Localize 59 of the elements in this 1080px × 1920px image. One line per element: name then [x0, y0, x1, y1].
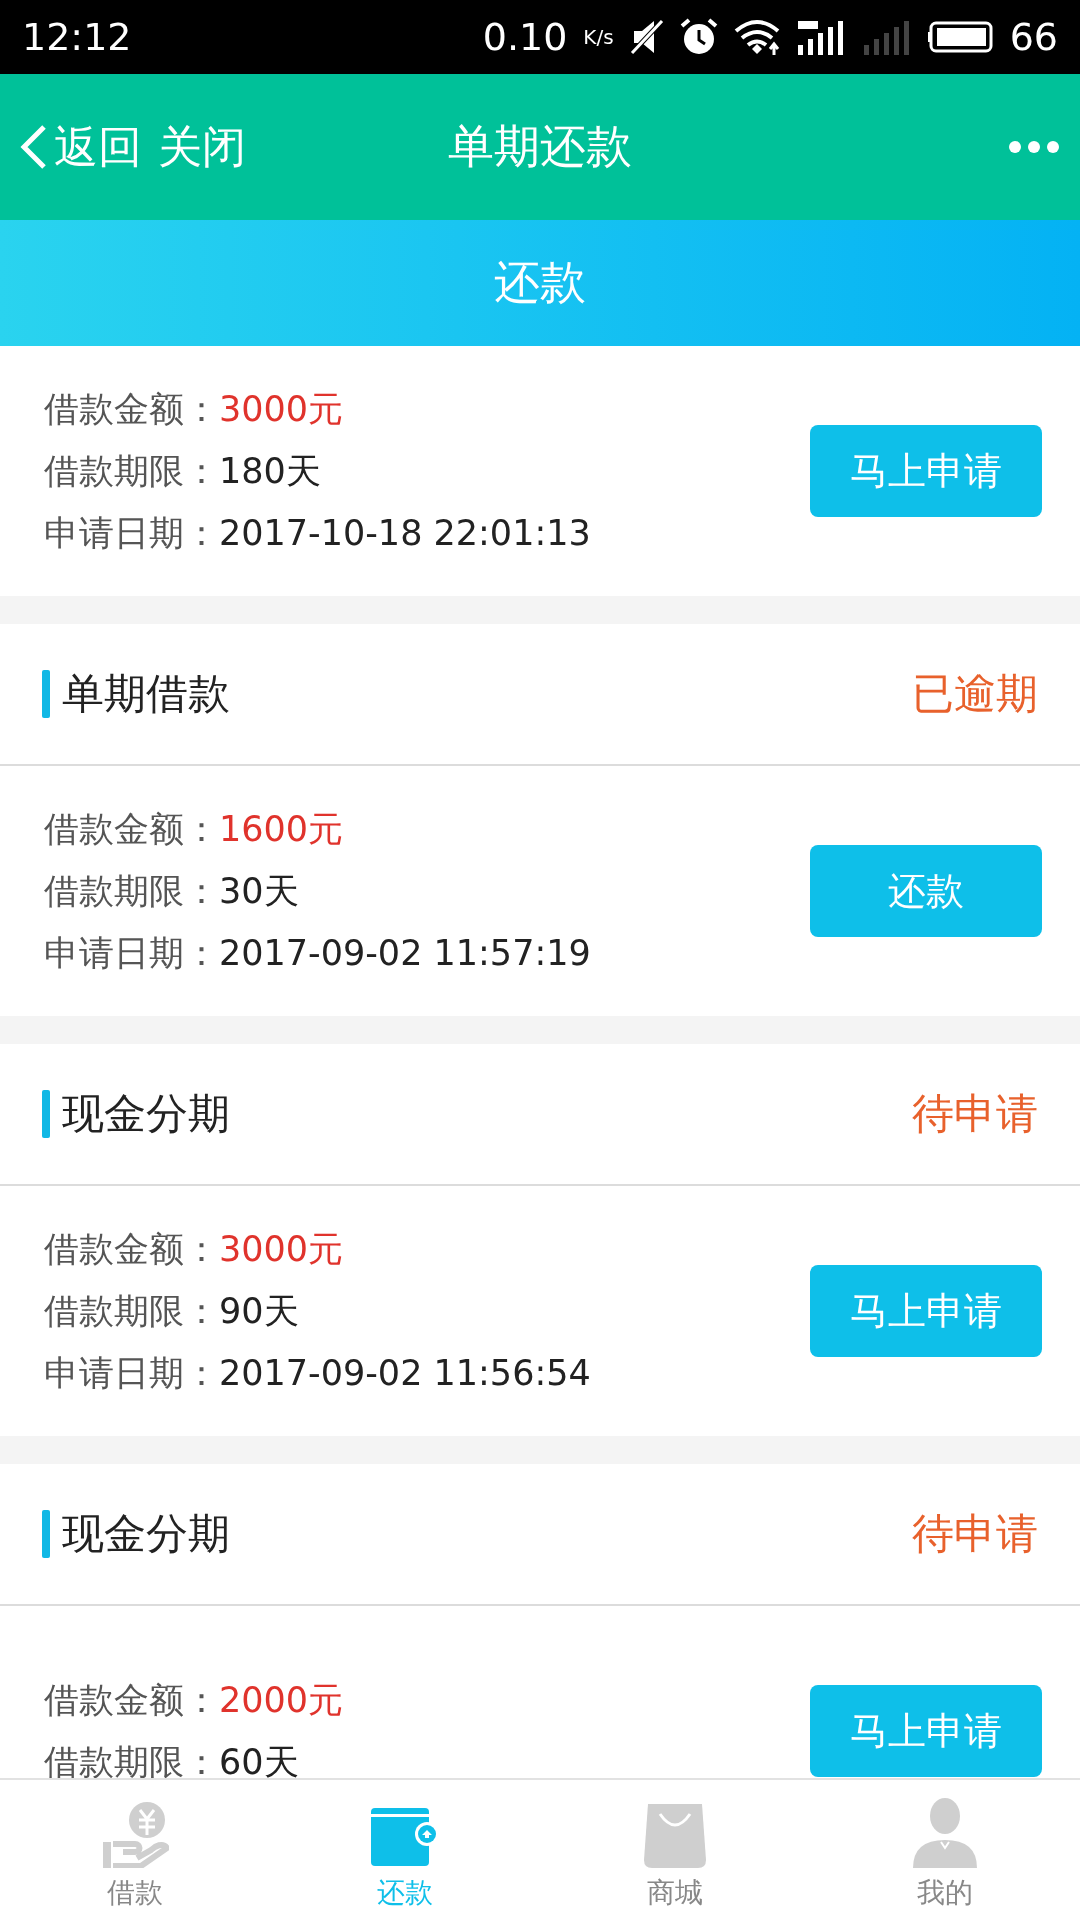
close-link[interactable]: 关闭: [158, 117, 246, 177]
accent-bar: [42, 1510, 50, 1558]
field-label: 借款金额：: [44, 387, 219, 431]
field-label: 申请日期：: [44, 511, 219, 555]
field-label: 借款金额：: [44, 1678, 219, 1722]
network-speed: 0.10: [482, 15, 568, 59]
speed-unit: K/s: [583, 25, 614, 49]
back-link[interactable]: 返回: [20, 117, 142, 177]
battery-level: 66: [1009, 15, 1058, 59]
loan-type: 单期借款: [62, 668, 231, 720]
field-value: 3000元: [219, 1227, 344, 1271]
field-label: 借款期限：: [44, 869, 219, 913]
field-label: 申请日期：: [44, 931, 219, 975]
mute-icon: [629, 19, 664, 55]
wifi-icon: [733, 19, 780, 55]
battery-icon: [927, 21, 994, 53]
action-button[interactable]: 还款: [810, 845, 1042, 937]
coin-hand-icon: [101, 1800, 169, 1868]
shopping-bag-icon: [644, 1804, 706, 1868]
page-title: 单期还款: [448, 119, 632, 173]
nav-tab[interactable]: 商城: [540, 1780, 810, 1920]
field-value: 30天: [219, 869, 299, 913]
more-icon[interactable]: [1008, 140, 1060, 154]
action-button[interactable]: 马上申请: [810, 1265, 1042, 1357]
field-value: 2000元: [219, 1678, 344, 1722]
field-value: 1600元: [219, 807, 344, 851]
alarm-icon: [679, 18, 718, 56]
nav-tab[interactable]: 借款: [0, 1780, 270, 1920]
user-icon: [913, 1798, 977, 1868]
loan-type: 现金分期: [62, 1508, 231, 1560]
nav-tab[interactable]: 我的: [810, 1780, 1080, 1920]
loan-status: 待申请: [912, 1088, 1038, 1140]
back-icon: [20, 123, 48, 171]
wallet-icon: [371, 1806, 439, 1868]
nav-tab[interactable]: 还款: [270, 1780, 540, 1920]
accent-bar: [42, 670, 50, 718]
field-label: 借款金额：: [44, 1227, 219, 1271]
field-value: 3000元: [219, 387, 344, 431]
field-value: 2017-10-18 22:01:13: [219, 513, 591, 553]
field-value: 180天: [219, 449, 321, 493]
loan-status: 待申请: [912, 1508, 1038, 1560]
field-label: 借款期限：: [44, 1289, 219, 1333]
field-value: 2017-09-02 11:56:54: [219, 1353, 591, 1393]
loan-status: 已逾期: [912, 668, 1038, 720]
field-value: 60天: [219, 1740, 299, 1778]
loan-type: 现金分期: [62, 1088, 231, 1140]
action-button[interactable]: 马上申请: [810, 425, 1042, 517]
field-label: 借款期限：: [44, 1740, 219, 1778]
clock-time: 12:12: [22, 15, 132, 59]
field-label: 借款期限：: [44, 449, 219, 493]
field-value: 2017-09-02 11:57:19: [219, 933, 591, 973]
accent-bar: [42, 1090, 50, 1138]
action-button[interactable]: 马上申请: [810, 1685, 1042, 1777]
field-value: 90天: [219, 1289, 299, 1333]
field-label: 申请日期：: [44, 1351, 219, 1395]
signal-icon: [861, 19, 912, 55]
banner-title: 还款: [494, 254, 586, 311]
field-label: 借款金额：: [44, 807, 219, 851]
signal-icon: [795, 19, 846, 55]
